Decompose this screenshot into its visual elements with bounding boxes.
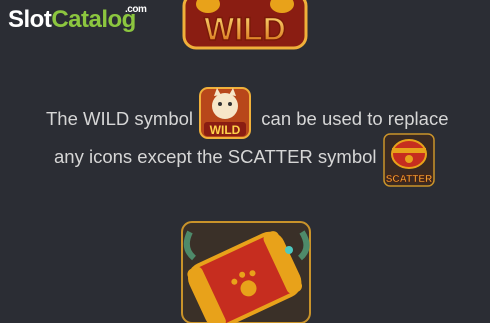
slotcatalog-logo: SlotCatalog .com [8,4,147,34]
description-line-2: any icons except the SCATTER symbol [54,146,377,167]
wild-large-label: WILD [204,11,286,47]
wild-symbol-large: WILD [182,0,308,50]
wild-symbol-icon: WILD [199,87,251,139]
logo-catalog-text: Catalog [51,6,136,33]
logo-slot-text: Slot [8,6,52,33]
scatter-icon-label: SCATTER [386,174,433,185]
logo-com-text: .com [125,4,147,15]
scatter-symbol-icon: SCATTER [383,133,435,187]
hammer-symbol [181,221,311,323]
description-line-1-part-2: can be used to replace [261,108,449,129]
description-line-1-part-1: The WILD symbol [46,108,194,129]
wild-icon-label: WILD [210,123,241,137]
